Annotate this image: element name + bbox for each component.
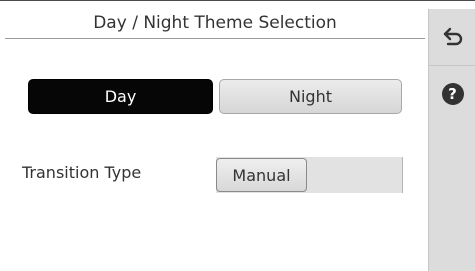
page-title: Day / Night Theme Selection bbox=[5, 9, 425, 39]
night-theme-button[interactable]: Night bbox=[219, 79, 402, 114]
top-divider bbox=[0, 0, 475, 1]
back-arrow-icon bbox=[443, 27, 462, 46]
side-panel: ? bbox=[428, 9, 475, 271]
transition-type-toggle[interactable]: Manual bbox=[216, 157, 403, 193]
night-button-label: Night bbox=[289, 87, 332, 106]
day-theme-button[interactable]: Day bbox=[28, 79, 213, 114]
back-button[interactable] bbox=[429, 9, 475, 66]
help-button[interactable]: ? bbox=[429, 66, 475, 122]
transition-type-value: Manual bbox=[216, 158, 307, 192]
help-icon: ? bbox=[441, 83, 464, 105]
transition-type-label: Transition Type bbox=[22, 163, 142, 182]
day-button-label: Day bbox=[104, 87, 137, 106]
